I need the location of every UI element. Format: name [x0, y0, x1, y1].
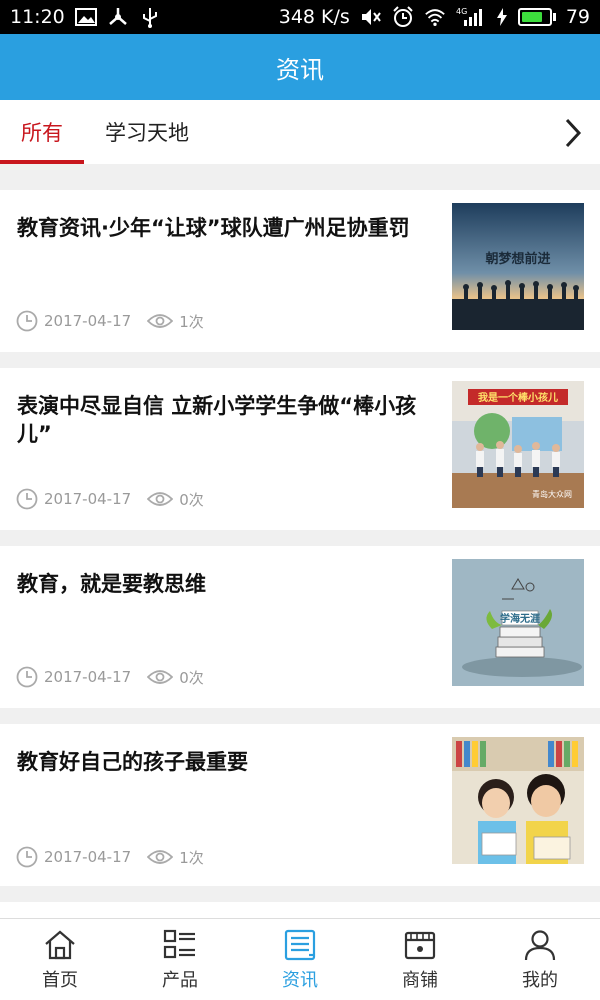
- thumb-caption: 学海无涯: [500, 612, 540, 625]
- news-date: 2017-04-17: [44, 668, 132, 686]
- network-speed: 348 K/s: [278, 6, 350, 28]
- category-tabs: 所有 学习天地: [0, 100, 600, 164]
- chevron-right-icon[interactable]: [558, 116, 588, 150]
- news-date: 2017-04-17: [44, 848, 132, 866]
- bottom-nav: 首页 产品 资讯 商铺 我的: [0, 918, 600, 1000]
- share-notification-icon: [107, 6, 129, 28]
- news-title: 表演中尽显自信 立新小学学生争做“棒小孩儿”: [17, 394, 417, 446]
- news-thumbnail[interactable]: 我是一个棒小孩儿 青岛大众网: [452, 381, 584, 508]
- news-list: 教育资讯·少年“让球”球队遭广州足协重罚 2017-04-17 1次 朝梦想前进: [0, 190, 600, 918]
- news-meta: 2017-04-17 1次: [16, 310, 204, 332]
- list-item-partial: [0, 902, 600, 918]
- home-icon: [43, 928, 77, 962]
- news-title: 教育，就是要教思维: [17, 572, 206, 596]
- eye-icon: [147, 310, 174, 332]
- nav-products[interactable]: 产品: [120, 919, 240, 1000]
- page-header: 资讯: [0, 34, 600, 100]
- nav-profile-label: 我的: [522, 969, 558, 991]
- news-thumbnail[interactable]: [452, 737, 584, 864]
- nav-store-label: 商铺: [402, 969, 438, 991]
- nav-store[interactable]: 商铺: [360, 919, 480, 1000]
- news-thumbnail[interactable]: 朝梦想前进: [452, 203, 584, 330]
- news-meta: 2017-04-17 1次: [16, 846, 204, 868]
- nav-news[interactable]: 资讯: [240, 919, 360, 1000]
- cell-signal-icon: 4G: [456, 6, 486, 28]
- news-thumbnail[interactable]: 学海无涯: [452, 559, 584, 686]
- clock-icon: [16, 666, 38, 688]
- nav-products-label: 产品: [162, 969, 198, 991]
- news-meta: 2017-04-17 0次: [16, 666, 204, 688]
- thumb-credit: 青岛大众网: [532, 489, 572, 499]
- charging-icon: [496, 6, 508, 28]
- clock-icon: [16, 310, 38, 332]
- news-item[interactable]: 教育好自己的孩子最重要 2017-04-17 1次: [0, 724, 600, 886]
- tab-study-label: 学习天地: [105, 121, 189, 145]
- news-views: 0次: [179, 490, 204, 509]
- page-title: 资讯: [276, 55, 324, 84]
- store-icon: [403, 928, 437, 962]
- gallery-notification-icon: [74, 6, 97, 28]
- status-time: 11:20: [10, 6, 65, 28]
- nav-news-label: 资讯: [282, 969, 318, 991]
- news-date: 2017-04-17: [44, 490, 132, 508]
- clock-icon: [16, 488, 38, 510]
- news-views: 0次: [179, 668, 204, 687]
- news-item[interactable]: 教育，就是要教思维 2017-04-17 0次 学海无涯: [0, 546, 600, 708]
- news-title: 教育好自己的孩子最重要: [17, 750, 248, 774]
- news-title: 教育资讯·少年“让球”球队遭广州足协重罚: [17, 216, 410, 240]
- tab-all-label: 所有: [21, 121, 63, 145]
- thumb-caption: 朝梦想前进: [485, 251, 550, 267]
- signal-type-label: 4G: [456, 7, 467, 16]
- eye-icon: [147, 666, 174, 688]
- news-date: 2017-04-17: [44, 312, 132, 330]
- nav-profile[interactable]: 我的: [480, 919, 600, 1000]
- tab-study[interactable]: 学习天地: [105, 100, 189, 164]
- news-item[interactable]: 教育资讯·少年“让球”球队遭广州足协重罚 2017-04-17 1次 朝梦想前进: [0, 190, 600, 352]
- nav-home-label: 首页: [42, 969, 78, 991]
- news-icon: [283, 928, 317, 962]
- usb-icon: [139, 6, 161, 28]
- news-views: 1次: [179, 312, 204, 331]
- eye-icon: [147, 488, 174, 510]
- battery-level: 79: [565, 6, 590, 28]
- battery-icon: [517, 8, 556, 26]
- wifi-icon: [424, 6, 446, 28]
- nav-home[interactable]: 首页: [0, 919, 120, 1000]
- clock-icon: [16, 846, 38, 868]
- eye-icon: [147, 846, 174, 868]
- news-views: 1次: [179, 848, 204, 867]
- user-icon: [523, 928, 557, 962]
- status-bar: 11:20 348 K/s 4G 79: [0, 0, 600, 34]
- news-item[interactable]: 表演中尽显自信 立新小学学生争做“棒小孩儿” 2017-04-17 0次 我是一…: [0, 368, 600, 530]
- thumb-caption: 我是一个棒小孩儿: [478, 391, 558, 404]
- tab-all[interactable]: 所有: [0, 100, 84, 164]
- mute-icon: [360, 6, 382, 28]
- product-list-icon: [163, 928, 197, 962]
- news-meta: 2017-04-17 0次: [16, 488, 204, 510]
- alarm-icon: [392, 6, 414, 28]
